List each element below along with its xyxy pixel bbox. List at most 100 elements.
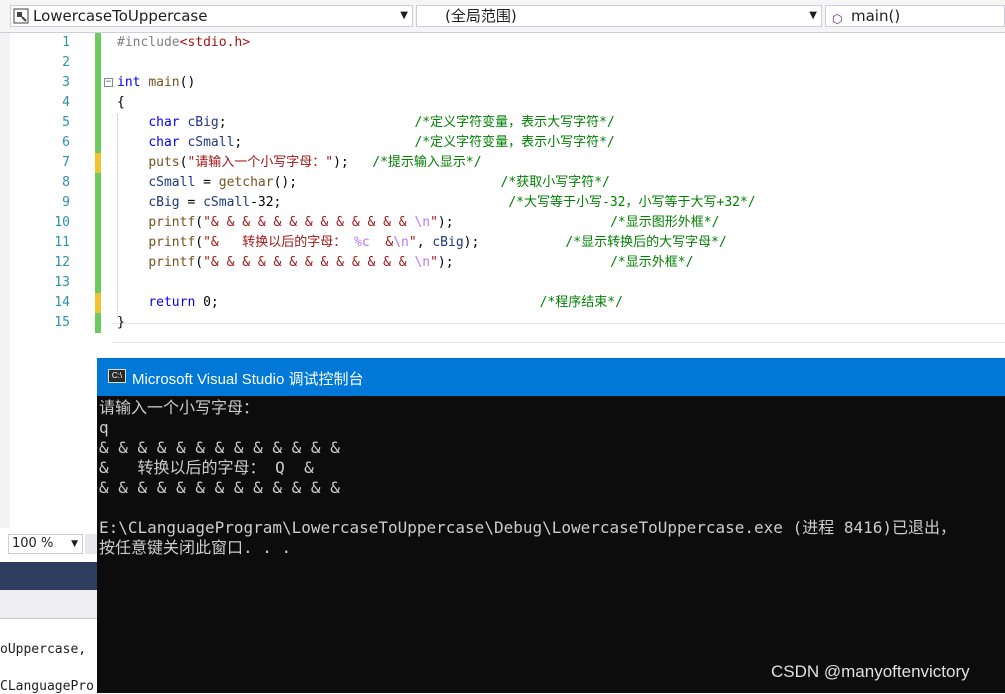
code-line[interactable]: 13 [0,273,1005,293]
console-line: q [99,418,109,437]
console-output: 请输入一个小写字母： q & & & & & & & & & & & & & & 转换… [99,398,1005,693]
code-line[interactable]: 6 char cSmall; /*定义字符变量，表示小写字符*/ [0,133,1005,153]
code-token: \n [414,255,431,270]
code-token: <stdio.h> [179,35,251,50]
code-token: %c [354,235,370,250]
code-token: cBig [432,235,464,250]
code-line[interactable]: 1 #include<stdio.h> [0,33,1005,53]
code-line[interactable]: 3 − int main() [0,73,1005,93]
code-line[interactable]: 7 puts("请输入一个小写字母："); /*提示输入显示*/ [0,153,1005,173]
debug-console-window[interactable]: C:\ Microsoft Visual Studio 调试控制台 请输入一个小… [97,358,1005,693]
code-token: ); [333,155,373,170]
horizontal-scrollbar[interactable] [85,534,97,554]
code-token: ); [463,235,566,250]
code-line[interactable]: 8 cSmall = getchar(); /*获取小写字符*/ [0,173,1005,193]
code-token: () [179,75,196,90]
collapse-icon[interactable]: − [104,78,113,87]
code-token: return [148,295,196,310]
code-token: \n [414,215,431,230]
code-token: , [416,235,433,250]
code-token: /*显示图形外框*/ [610,215,720,230]
code-token: = [179,195,204,210]
navigation-bar: LowercaseToUppercase ▼ (全局范围) ▼ ⬡ main() [0,0,1005,33]
code-line[interactable]: 10 printf("& & & & & & & & & & & & & \n"… [0,213,1005,233]
output-panel-toolbar [0,590,97,619]
scope-combo[interactable]: (全局范围) ▼ [416,5,822,27]
console-icon: C:\ [108,369,126,383]
line-number: 13 [54,275,70,290]
code-text: cSmall = getchar(); /*获取小写字符*/ [117,173,610,193]
project-combo-label: LowercaseToUppercase [33,7,208,25]
change-marker [95,153,101,173]
console-line: & 转换以后的字母： Q & [99,458,314,477]
project-combo[interactable]: LowercaseToUppercase ▼ [10,5,413,27]
code-line[interactable]: 2 [0,53,1005,73]
code-token: " [408,235,417,250]
code-token: cSmall [203,195,251,210]
change-marker [95,193,101,213]
code-token: main [148,75,180,90]
line-number: 10 [54,215,70,230]
change-marker [95,253,101,273]
line-number: 5 [62,115,70,130]
code-token: cBig [187,115,219,130]
line-number: 4 [62,95,70,110]
code-token: ( [195,235,204,250]
output-text-line: oUppercase, [0,642,87,657]
code-line[interactable]: 5 char cBig; /*定义字符变量，表示大写字符*/ [0,113,1005,133]
code-line[interactable]: 11 printf("& 转换以后的字母： %c &\n", cBig); /*… [0,233,1005,253]
code-line[interactable]: 4{ [0,93,1005,113]
code-text: char cSmall; /*定义字符变量，表示小写字符*/ [117,133,615,153]
code-text: printf("& & & & & & & & & & & & & \n"); … [117,213,719,233]
code-token: ; [234,135,415,150]
change-marker [95,233,101,253]
line-number: 6 [62,135,70,150]
line-number: 7 [62,155,70,170]
line-number: 9 [62,195,70,210]
code-token: } [117,315,125,330]
cube-icon: ⬡ [832,12,843,26]
code-token: ); [437,255,611,270]
code-line[interactable]: 14 return 0; /*程序结束*/ [0,293,1005,313]
panel-tab-strip [0,562,97,590]
code-token: /*定义字符变量，表示小写字符*/ [414,135,615,150]
code-line[interactable]: 12 printf("& & & & & & & & & & & & & \n"… [0,253,1005,273]
console-line: & & & & & & & & & & & & & [99,438,340,457]
change-marker [95,113,101,133]
scope-combo-label: (全局范围) [445,7,517,25]
project-icon [13,8,29,24]
code-token: \n [393,235,409,250]
member-combo[interactable]: ⬡ main() [825,5,1005,27]
code-text: int main() [117,73,195,93]
code-token: -32; [250,195,509,210]
change-marker [95,133,101,153]
line-number: 11 [54,235,70,250]
code-token: char [148,135,180,150]
code-token: /*大写等于小写-32，小写等于大写+32*/ [508,195,756,210]
code-token: " [430,215,438,230]
line-number: 8 [62,175,70,190]
code-text: #include<stdio.h> [117,33,250,53]
code-text: char cBig; /*定义字符变量，表示大写字符*/ [117,113,614,133]
line-number: 2 [62,55,70,70]
line-number: 14 [54,295,70,310]
code-text: cBig = cSmall-32; /*大写等于小写-32，小写等于大写+32*… [117,193,756,213]
code-line[interactable]: 15} [0,313,1005,333]
change-marker [95,33,101,53]
chevron-down-icon: ▼ [809,10,817,21]
change-marker [95,173,101,193]
code-token: { [117,95,125,110]
console-title: Microsoft Visual Studio 调试控制台 [132,371,364,388]
code-token: "& & & & & & & & & & & & & [203,215,415,230]
zoom-combo[interactable]: 100 % ▼ [8,534,83,554]
console-line: 按任意键关闭此窗口. . . [99,538,292,557]
change-marker [95,313,101,333]
console-title-bar[interactable]: C:\ Microsoft Visual Studio 调试控制台 [97,358,1005,396]
code-token: printf [148,255,196,270]
change-marker [95,293,101,313]
chevron-down-icon: ▼ [71,539,78,549]
code-line[interactable]: 9 cBig = cSmall-32; /*大写等于小写-32，小写等于大写+3… [0,193,1005,213]
